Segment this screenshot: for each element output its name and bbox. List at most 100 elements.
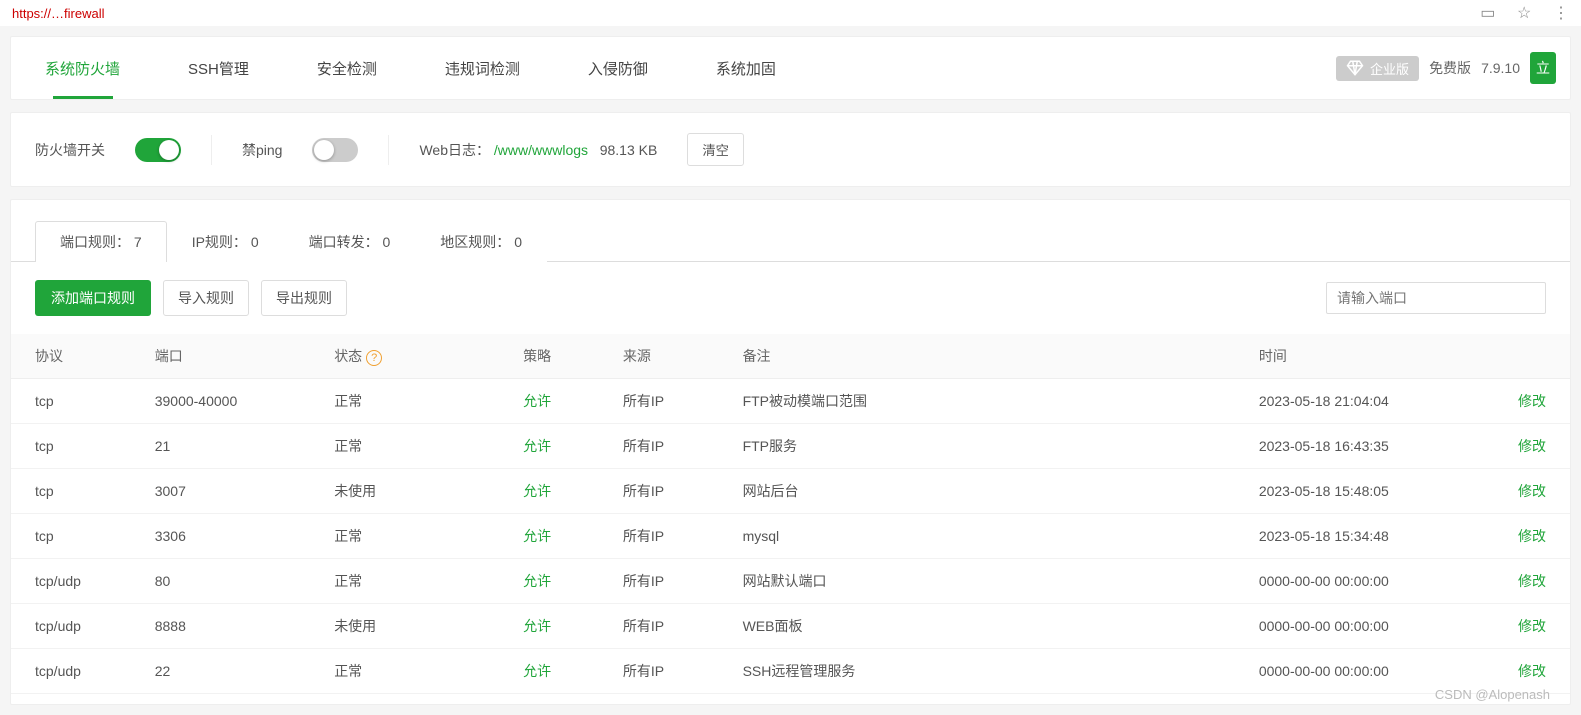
cell-action: 修改 bbox=[1494, 469, 1570, 514]
tab-intrusion[interactable]: 入侵防御 bbox=[554, 37, 682, 99]
tab-violation[interactable]: 违规词检测 bbox=[411, 37, 554, 99]
tab-hardening[interactable]: 系统加固 bbox=[682, 37, 810, 99]
url-text: https://…firewall bbox=[12, 6, 104, 21]
subtab-port-rules[interactable]: 端口规则： 7 bbox=[35, 221, 167, 262]
subtab-port-forward[interactable]: 端口转发： 0 bbox=[284, 221, 416, 262]
enterprise-label: 企业版 bbox=[1370, 59, 1409, 78]
rules-content: 端口规则： 7 IP规则： 0 端口转发： 0 地区规则： 0 添加端口规则 导… bbox=[10, 199, 1571, 705]
th-status: 状态? bbox=[310, 334, 499, 379]
tab-label: 违规词检测 bbox=[445, 58, 520, 79]
reader-icon[interactable]: ▭ bbox=[1480, 5, 1495, 22]
weblog-label: Web日志： bbox=[419, 142, 490, 158]
cell-action: 修改 bbox=[1494, 604, 1570, 649]
table-row: tcp/udp80正常允许所有IP网站默认端口0000-00-00 00:00:… bbox=[11, 559, 1570, 604]
run-button[interactable]: 立 bbox=[1530, 52, 1556, 84]
enterprise-badge[interactable]: 企业版 bbox=[1336, 56, 1419, 81]
cell-protocol: tcp bbox=[11, 469, 131, 514]
edit-link[interactable]: 修改 bbox=[1518, 393, 1546, 409]
rule-subtabs: 端口规则： 7 IP规则： 0 端口转发： 0 地区规则： 0 bbox=[11, 200, 1570, 261]
cell-source: 所有IP bbox=[599, 559, 719, 604]
cell-action: 修改 bbox=[1494, 424, 1570, 469]
star-icon[interactable]: ☆ bbox=[1517, 5, 1531, 22]
cell-protocol: tcp/udp bbox=[11, 559, 131, 604]
cell-time: 2023-05-18 16:43:35 bbox=[1235, 424, 1494, 469]
cell-port: 3007 bbox=[131, 469, 310, 514]
cell-time: 2023-05-18 15:34:48 bbox=[1235, 514, 1494, 559]
cell-time: 0000-00-00 00:00:00 bbox=[1235, 604, 1494, 649]
add-port-rule-button[interactable]: 添加端口规则 bbox=[35, 280, 151, 316]
tab-ssh[interactable]: SSH管理 bbox=[154, 37, 283, 99]
table-header-row: 协议 端口 状态? 策略 来源 备注 时间 bbox=[11, 334, 1570, 379]
weblog-path[interactable]: /www/wwwlogs bbox=[494, 142, 588, 158]
table-row: tcp21正常允许所有IPFTP服务2023-05-18 16:43:35修改 bbox=[11, 424, 1570, 469]
tab-label: 安全检测 bbox=[317, 58, 377, 79]
menu-icon[interactable]: ⋮ bbox=[1553, 5, 1569, 22]
tab-firewall[interactable]: 系统防火墙 bbox=[11, 37, 154, 99]
weblog-size: 98.13 KB bbox=[600, 142, 658, 158]
cell-status: 正常 bbox=[310, 379, 499, 424]
table-row: tcp/udp22正常允许所有IPSSH远程管理服务0000-00-00 00:… bbox=[11, 649, 1570, 694]
firewall-switch-label: 防火墙开关 bbox=[35, 140, 105, 160]
cell-note: SSH远程管理服务 bbox=[719, 649, 1235, 694]
table-row: tcp3007未使用允许所有IP网站后台2023-05-18 15:48:05修… bbox=[11, 469, 1570, 514]
cell-policy: 允许 bbox=[499, 514, 599, 559]
cell-time: 0000-00-00 00:00:00 bbox=[1235, 559, 1494, 604]
status-panel: 防火墙开关 禁ping Web日志： /www/wwwlogs 98.13 KB… bbox=[10, 112, 1571, 187]
clear-log-button[interactable]: 清空 bbox=[687, 133, 744, 166]
cell-policy: 允许 bbox=[499, 559, 599, 604]
cell-action: 修改 bbox=[1494, 379, 1570, 424]
edit-link[interactable]: 修改 bbox=[1518, 663, 1546, 679]
cell-source: 所有IP bbox=[599, 469, 719, 514]
cell-status: 正常 bbox=[310, 424, 499, 469]
table-row: tcp3306正常允许所有IPmysql2023-05-18 15:34:48修… bbox=[11, 514, 1570, 559]
import-rules-button[interactable]: 导入规则 bbox=[163, 280, 249, 316]
edit-link[interactable]: 修改 bbox=[1518, 573, 1546, 589]
cell-note: FTP服务 bbox=[719, 424, 1235, 469]
cell-policy: 允许 bbox=[499, 379, 599, 424]
th-note: 备注 bbox=[719, 334, 1235, 379]
cell-policy: 允许 bbox=[499, 424, 599, 469]
cell-status: 正常 bbox=[310, 649, 499, 694]
cell-source: 所有IP bbox=[599, 604, 719, 649]
th-time: 时间 bbox=[1235, 334, 1494, 379]
edit-link[interactable]: 修改 bbox=[1518, 483, 1546, 499]
ping-switch[interactable] bbox=[312, 138, 358, 162]
cell-port: 21 bbox=[131, 424, 310, 469]
table-row: tcp39000-40000正常允许所有IPFTP被动模端口范围2023-05-… bbox=[11, 379, 1570, 424]
cell-port: 80 bbox=[131, 559, 310, 604]
cell-action: 修改 bbox=[1494, 559, 1570, 604]
subtab-ip-rules[interactable]: IP规则： 0 bbox=[167, 221, 284, 262]
edit-link[interactable]: 修改 bbox=[1518, 618, 1546, 634]
edit-link[interactable]: 修改 bbox=[1518, 528, 1546, 544]
divider bbox=[211, 135, 212, 165]
firewall-switch[interactable] bbox=[135, 138, 181, 162]
cell-status: 未使用 bbox=[310, 604, 499, 649]
tab-label: 入侵防御 bbox=[588, 58, 648, 79]
port-rules-table: 协议 端口 状态? 策略 来源 备注 时间 tcp39000-40000正常允许… bbox=[11, 334, 1570, 694]
cell-status: 未使用 bbox=[310, 469, 499, 514]
cell-port: 22 bbox=[131, 649, 310, 694]
edit-link[interactable]: 修改 bbox=[1518, 438, 1546, 454]
cell-protocol: tcp bbox=[11, 379, 131, 424]
th-policy: 策略 bbox=[499, 334, 599, 379]
free-version-label: 免费版 bbox=[1429, 58, 1471, 78]
cell-protocol: tcp bbox=[11, 514, 131, 559]
cell-policy: 允许 bbox=[499, 649, 599, 694]
tab-label: SSH管理 bbox=[188, 58, 249, 79]
help-icon[interactable]: ? bbox=[366, 350, 382, 366]
browser-icons: ▭ ☆ ⋮ bbox=[1462, 3, 1569, 23]
th-source: 来源 bbox=[599, 334, 719, 379]
th-port: 端口 bbox=[131, 334, 310, 379]
cell-time: 2023-05-18 15:48:05 bbox=[1235, 469, 1494, 514]
export-rules-button[interactable]: 导出规则 bbox=[261, 280, 347, 316]
subtab-region-rules[interactable]: 地区规则： 0 bbox=[415, 221, 547, 262]
cell-port: 39000-40000 bbox=[131, 379, 310, 424]
cell-source: 所有IP bbox=[599, 379, 719, 424]
cell-action: 修改 bbox=[1494, 514, 1570, 559]
search-port-input[interactable] bbox=[1326, 282, 1546, 314]
tab-security-check[interactable]: 安全检测 bbox=[283, 37, 411, 99]
cell-time: 0000-00-00 00:00:00 bbox=[1235, 649, 1494, 694]
cell-protocol: tcp/udp bbox=[11, 649, 131, 694]
divider bbox=[388, 135, 389, 165]
cell-time: 2023-05-18 21:04:04 bbox=[1235, 379, 1494, 424]
